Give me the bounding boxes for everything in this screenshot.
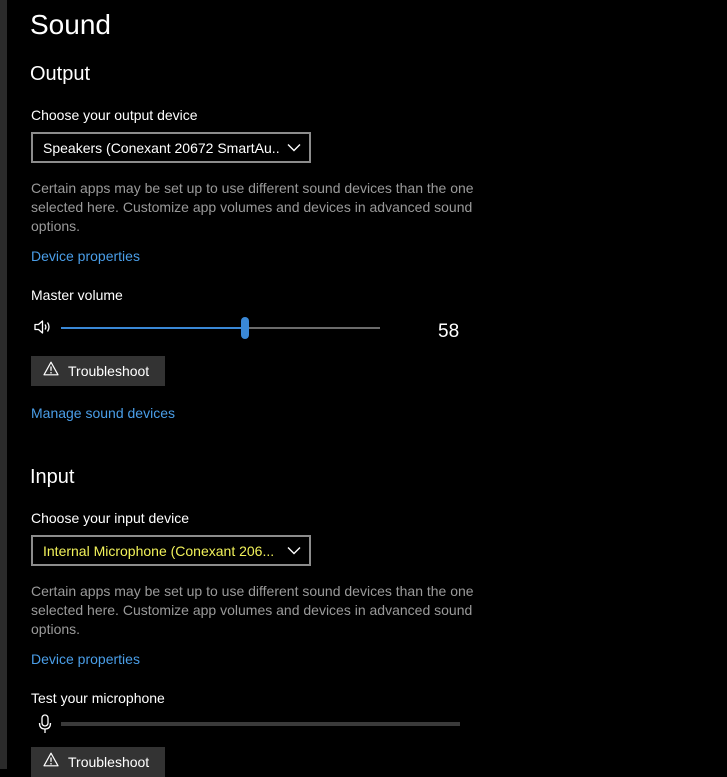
input-device-value: Internal Microphone (Conexant 206...	[43, 542, 275, 559]
input-device-properties-link[interactable]: Device properties	[31, 649, 140, 669]
master-volume-value: 58	[438, 321, 460, 342]
window-left-edge	[0, 0, 7, 769]
microphone-level-meter	[61, 722, 460, 726]
test-microphone-label: Test your microphone	[31, 690, 165, 706]
output-device-dropdown[interactable]: Speakers (Conexant 20672 SmartAu...	[31, 132, 311, 163]
output-device-value: Speakers (Conexant 20672 SmartAu...	[43, 139, 279, 156]
master-volume-fill	[61, 327, 245, 329]
master-volume-slider[interactable]	[61, 317, 380, 339]
speaker-icon[interactable]	[33, 319, 53, 340]
input-troubleshoot-label: Troubleshoot	[68, 754, 150, 770]
output-troubleshoot-label: Troubleshoot	[68, 363, 150, 379]
manage-sound-devices-link[interactable]: Manage sound devices	[31, 403, 175, 423]
input-help-text: Certain apps may be set up to use differ…	[31, 583, 474, 637]
input-section-title: Input	[30, 466, 75, 488]
warning-icon	[43, 752, 59, 772]
input-device-label: Choose your input device	[31, 510, 189, 526]
output-section-title: Output	[30, 63, 91, 85]
output-device-label: Choose your output device	[31, 107, 198, 123]
output-help-text: Certain apps may be set up to use differ…	[31, 180, 474, 234]
master-volume-label: Master volume	[31, 287, 123, 303]
input-troubleshoot-button[interactable]: Troubleshoot	[31, 747, 165, 777]
warning-icon	[43, 361, 59, 381]
page-title: Sound	[30, 9, 111, 40]
input-device-dropdown[interactable]: Internal Microphone (Conexant 206...	[31, 535, 311, 566]
microphone-icon	[37, 714, 53, 739]
chevron-down-icon	[279, 538, 309, 564]
master-volume-thumb[interactable]	[241, 317, 249, 339]
output-device-properties-link[interactable]: Device properties	[31, 246, 140, 266]
chevron-down-icon	[279, 135, 309, 161]
output-troubleshoot-button[interactable]: Troubleshoot	[31, 356, 165, 386]
